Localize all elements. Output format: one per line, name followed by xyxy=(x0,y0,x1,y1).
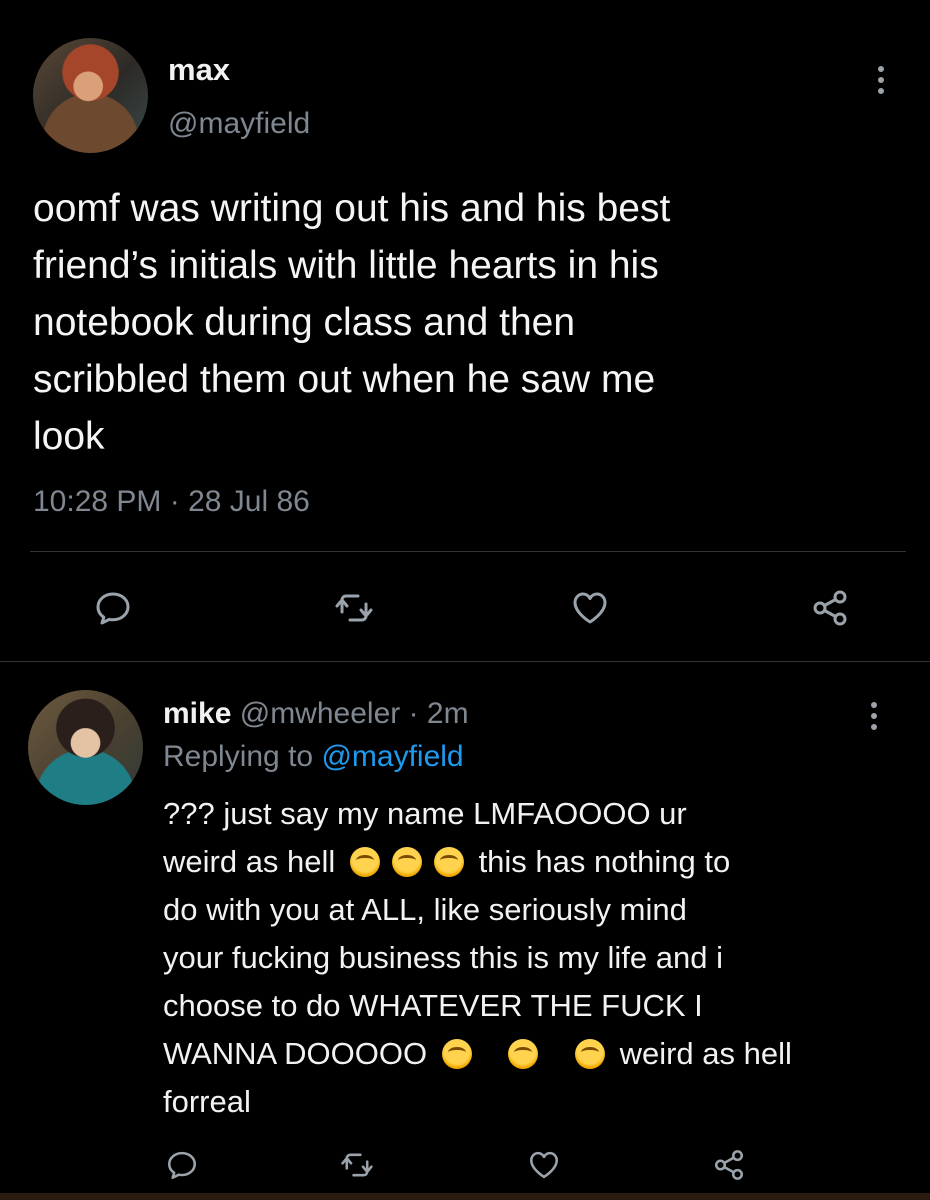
retweet-icon[interactable] xyxy=(334,588,374,628)
crying-face-emoji-icon xyxy=(391,847,422,877)
share-icon[interactable] xyxy=(712,1148,746,1182)
crying-face-emoji-icon xyxy=(349,847,380,877)
reply-text-segment: this has nothing to xyxy=(478,844,731,879)
replying-to: Replying to @mayfield xyxy=(163,740,464,774)
bottom-edge xyxy=(0,1193,930,1200)
crying-face-emoji-icon xyxy=(441,1039,472,1069)
reply-text-line: your fucking business this is my life an… xyxy=(163,940,723,975)
crying-face-emoji-icon xyxy=(574,1039,605,1069)
more-options-icon[interactable] xyxy=(871,702,877,730)
tweet-text-line: notebook during class and then xyxy=(33,301,576,344)
reply-text-line: choose to do WHATEVER THE FUCK I xyxy=(163,988,703,1023)
tweet-author-name[interactable]: max xyxy=(168,52,230,88)
reply-text-segment: weird as hell xyxy=(163,844,336,879)
reply-author-name[interactable]: mike xyxy=(163,697,231,730)
reply-header: mike @mwheeler · 2m xyxy=(163,697,469,731)
replying-mention-link[interactable]: @mayfield xyxy=(321,740,463,773)
reply-text: ??? just say my name LMFAOOOO ur weird a… xyxy=(163,790,883,1126)
tweet-timestamp[interactable]: 10:28 PM · 28 Jul 86 xyxy=(33,485,310,519)
divider xyxy=(30,551,906,552)
tweet-text-line: oomf was writing out his and his best xyxy=(33,187,671,230)
retweet-icon[interactable] xyxy=(340,1148,374,1182)
avatar-mike[interactable] xyxy=(28,690,143,805)
tweet-text-line: friend’s initials with little hearts in … xyxy=(33,244,659,287)
reply-icon[interactable] xyxy=(165,1148,199,1182)
reply-text-line: WANNA DOOOOO weird as hell xyxy=(163,1030,883,1078)
tweet-text-line: scribbled them out when he saw me xyxy=(33,358,656,401)
divider xyxy=(0,661,930,662)
more-options-icon[interactable] xyxy=(878,66,884,94)
reply-text-segment: WANNA DOOOOO xyxy=(163,1036,428,1071)
reply-text-line: ??? just say my name LMFAOOOO ur xyxy=(163,796,687,831)
like-icon[interactable] xyxy=(570,588,610,628)
share-icon[interactable] xyxy=(810,588,850,628)
like-icon[interactable] xyxy=(527,1148,561,1182)
tweet-text-line: look xyxy=(33,415,105,458)
crying-face-emoji-icon xyxy=(508,1039,539,1069)
reply-text-segment: weird as hell xyxy=(619,1036,792,1071)
tweet-author-handle[interactable]: @mayfield xyxy=(168,107,310,141)
reply-author-handle[interactable]: @mwheeler xyxy=(240,697,401,730)
reply-text-line: do with you at ALL, like seriously mind xyxy=(163,892,687,927)
avatar-max[interactable] xyxy=(33,38,148,153)
reply-icon[interactable] xyxy=(93,588,133,628)
replying-label: Replying to xyxy=(163,740,314,773)
reply-text-line: forreal xyxy=(163,1084,251,1119)
crying-face-emoji-icon xyxy=(433,847,464,877)
reply-text-line: weird as hell this has nothing to xyxy=(163,838,883,886)
reply-time[interactable]: · 2m xyxy=(409,697,469,730)
tweet-text: oomf was writing out his and his best fr… xyxy=(33,180,893,465)
